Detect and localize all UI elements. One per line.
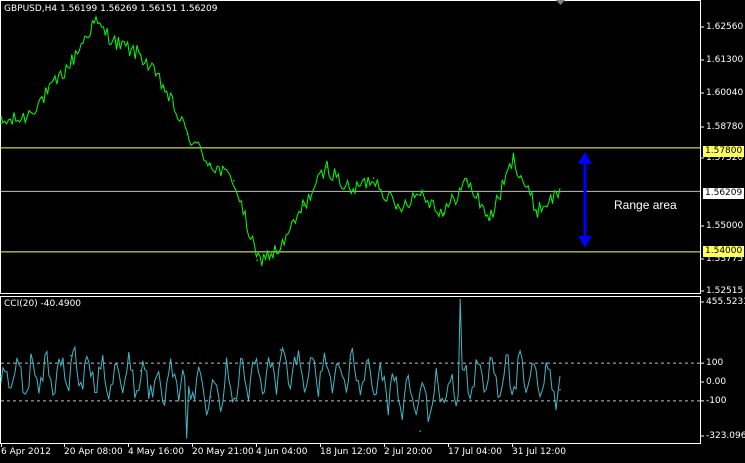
price-point (23, 116, 26, 119)
price-point (372, 177, 375, 179)
cci-point (0, 375, 2, 378)
time-tick-label: 18 Jun 12:00 (320, 447, 378, 457)
price-point (186, 133, 189, 135)
price-point (419, 190, 422, 193)
price-tick-label: 1.52515 (706, 286, 744, 296)
price-tick-label: 1.60040 (706, 88, 744, 98)
time-tick-label: 4 May 16:00 (128, 447, 184, 457)
cci-point (209, 396, 212, 398)
price-point (93, 21, 95, 23)
shift-marker-icon (556, 0, 565, 5)
price-point (209, 163, 212, 166)
cci-line (0, 298, 561, 439)
cci-tick-label: -100 (706, 395, 727, 406)
double-headed-vertical-arrow-icon (578, 151, 592, 248)
cci-tick-label: 100 (706, 358, 724, 369)
price-point (535, 210, 538, 212)
chart-window[interactable]: GBPUSD,H4 1.56199 1.56269 1.56151 1.5620… (0, 0, 745, 463)
cci-point (279, 349, 282, 351)
panel-frames (0, 0, 701, 444)
horizontal-lines (1, 147, 700, 402)
time-tick-label: 31 Jul 12:00 (512, 447, 566, 457)
axis-ticks (1, 26, 704, 447)
price-series (0, 14, 561, 266)
price-point (489, 218, 491, 220)
time-tick-label: 6 Apr 2012 (1, 447, 51, 457)
time-tick-label: 2 Jul 20:00 (384, 447, 433, 457)
cci-point (139, 369, 142, 372)
price-point (0, 122, 2, 125)
price-tick-label: 1.61300 (706, 55, 744, 65)
cci-point (489, 358, 491, 361)
price-point (349, 190, 352, 193)
cci-series (0, 298, 561, 439)
time-tick-label: 20 May 21:00 (192, 447, 254, 457)
price-point (163, 86, 165, 89)
price-point (139, 53, 142, 56)
price-point (396, 207, 398, 209)
price-point (326, 166, 328, 168)
indicator-panel-header: CCI(20) -40.4900 (4, 299, 82, 309)
time-tick-label: 4 Jun 04:00 (256, 447, 308, 457)
price-panel-header: GBPUSD,H4 1.56199 1.56269 1.56151 1.5620… (4, 4, 218, 14)
cci-point (70, 354, 72, 357)
cci-point (349, 358, 352, 361)
price-point (466, 179, 468, 182)
arrow-head-down (578, 235, 592, 248)
price-line (0, 14, 561, 266)
arrow-head-up (578, 151, 592, 164)
price-point (256, 259, 259, 261)
price-point (233, 179, 235, 182)
price-tick-label: 1.58780 (706, 122, 744, 132)
cci-tick-label: 0.00 (706, 377, 727, 387)
price-point (302, 204, 305, 207)
price-point (442, 212, 445, 215)
indicator-panel-frame (0, 296, 701, 444)
time-tick-label: 17 Jul 04:00 (448, 447, 502, 457)
price-tick-label: 1.55000 (706, 221, 744, 231)
cci-tick-label: -323.096 (706, 431, 745, 441)
price-point (116, 43, 119, 45)
support-price-tag: 1.54000 (703, 246, 745, 257)
price-tick-label: 1.62560 (706, 22, 744, 32)
price-point (512, 158, 515, 160)
time-tick-label: 20 Apr 08:00 (64, 447, 123, 457)
price-point (279, 248, 282, 250)
price-point (70, 62, 72, 64)
cci-tick-label: 455.5233 (706, 297, 745, 307)
range-area-annotation: Range area (614, 198, 677, 212)
cci-point (419, 430, 422, 432)
current-price-tag: 1.56209 (703, 188, 745, 199)
resistance-price-tag: 1.57800 (703, 146, 745, 157)
price-point (46, 92, 49, 94)
chart-canvas[interactable] (0, 0, 745, 463)
price-point (559, 190, 561, 193)
cci-point (559, 388, 561, 391)
price-panel-frame (0, 0, 701, 294)
